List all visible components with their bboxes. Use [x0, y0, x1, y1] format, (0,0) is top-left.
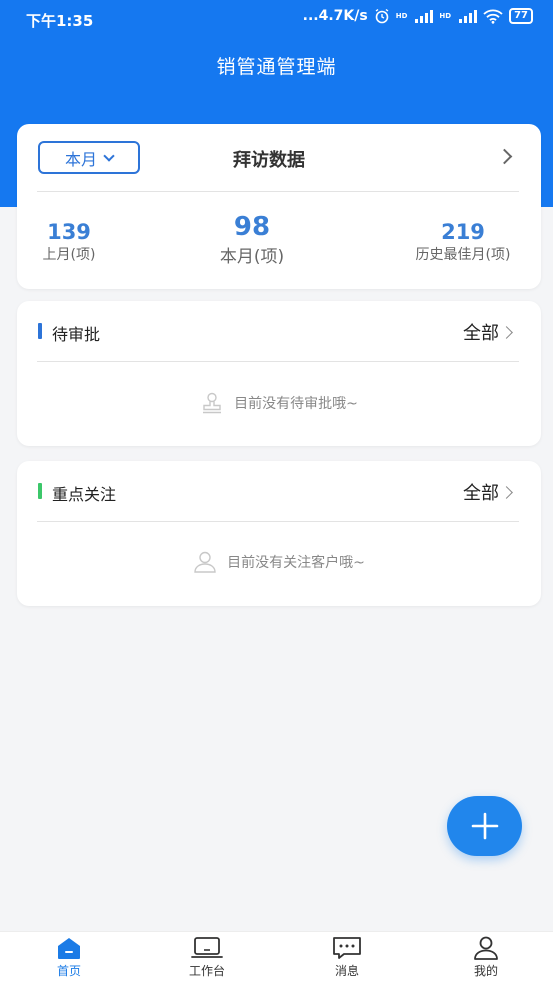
section-accent-bar — [38, 323, 42, 339]
signal-icon-1 — [413, 9, 434, 23]
stat-label: 历史最佳月(项) — [415, 247, 511, 263]
tab-label: 首页 — [56, 964, 81, 978]
plus-icon — [471, 812, 498, 840]
visit-data-card: 本月 拜访数据 139 上月(项) 98 本月(项) 219 历史最佳月(项) — [17, 124, 541, 289]
section-title: 重点关注 — [52, 485, 117, 504]
view-all-pending-link[interactable]: 全部 — [463, 319, 499, 345]
view-all-focus-link[interactable]: 全部 — [463, 479, 499, 505]
status-bar: 下午1:35 ...4.7K/s HD HD 77 — [0, 0, 553, 38]
divider — [37, 521, 519, 522]
hd-indicator-2: HD — [439, 11, 452, 20]
network-speed: ...4.7K/s — [302, 8, 368, 24]
chevron-right-icon[interactable] — [500, 486, 513, 499]
empty-text: 目前没有待审批哦~ — [234, 396, 358, 412]
stat-value: 139 — [47, 220, 91, 244]
chevron-right-icon[interactable] — [500, 326, 513, 339]
section-accent-bar — [38, 483, 42, 499]
visit-data-title: 拜访数据 — [233, 150, 305, 171]
add-button[interactable] — [447, 796, 522, 856]
empty-state: 目前没有待审批哦~ — [17, 392, 541, 414]
status-time: 下午1:35 — [26, 12, 94, 30]
tab-messages[interactable]: 消息 — [302, 936, 392, 979]
stat-label: 上月(项) — [42, 247, 96, 263]
battery-icon: 77 — [509, 8, 533, 24]
stat-this-month: 98 本月(项) — [207, 212, 297, 267]
section-title: 待审批 — [52, 325, 101, 344]
stat-last-month: 139 上月(项) — [39, 220, 99, 264]
tab-profile[interactable]: 我的 — [441, 936, 531, 979]
empty-text: 目前没有关注客户哦~ — [227, 555, 365, 571]
divider — [37, 191, 519, 192]
hd-indicator-1: HD — [395, 11, 408, 20]
stat-label: 本月(项) — [219, 247, 285, 267]
person-icon — [474, 936, 498, 960]
divider — [37, 361, 519, 362]
wifi-icon — [483, 9, 503, 24]
status-icons: ...4.7K/s HD HD 77 — [303, 8, 533, 24]
alarm-icon — [375, 8, 389, 24]
tab-label: 我的 — [473, 964, 498, 978]
stat-best-month: 219 历史最佳月(项) — [403, 220, 523, 264]
message-icon — [333, 937, 361, 959]
person-outline-icon — [194, 551, 216, 573]
tab-label: 消息 — [334, 964, 359, 978]
signal-icon-2 — [457, 9, 478, 23]
app-title: 销管通管理端 — [216, 56, 337, 78]
tab-home[interactable]: 首页 — [24, 936, 114, 979]
stat-value: 98 — [233, 212, 271, 242]
empty-state: 目前没有关注客户哦~ — [17, 551, 541, 573]
home-icon — [58, 938, 80, 959]
pending-approval-card: 待审批 全部 目前没有待审批哦~ — [17, 301, 541, 446]
tab-label: 工作台 — [188, 964, 225, 978]
key-focus-card: 重点关注 全部 目前没有关注客户哦~ — [17, 461, 541, 606]
tab-workbench[interactable]: 工作台 — [162, 936, 252, 979]
laptop-icon — [191, 937, 223, 958]
stat-value: 219 — [441, 220, 485, 244]
stamp-icon — [203, 392, 222, 414]
bottom-tab-bar: 首页 工作台 消息 我的 — [0, 931, 553, 988]
